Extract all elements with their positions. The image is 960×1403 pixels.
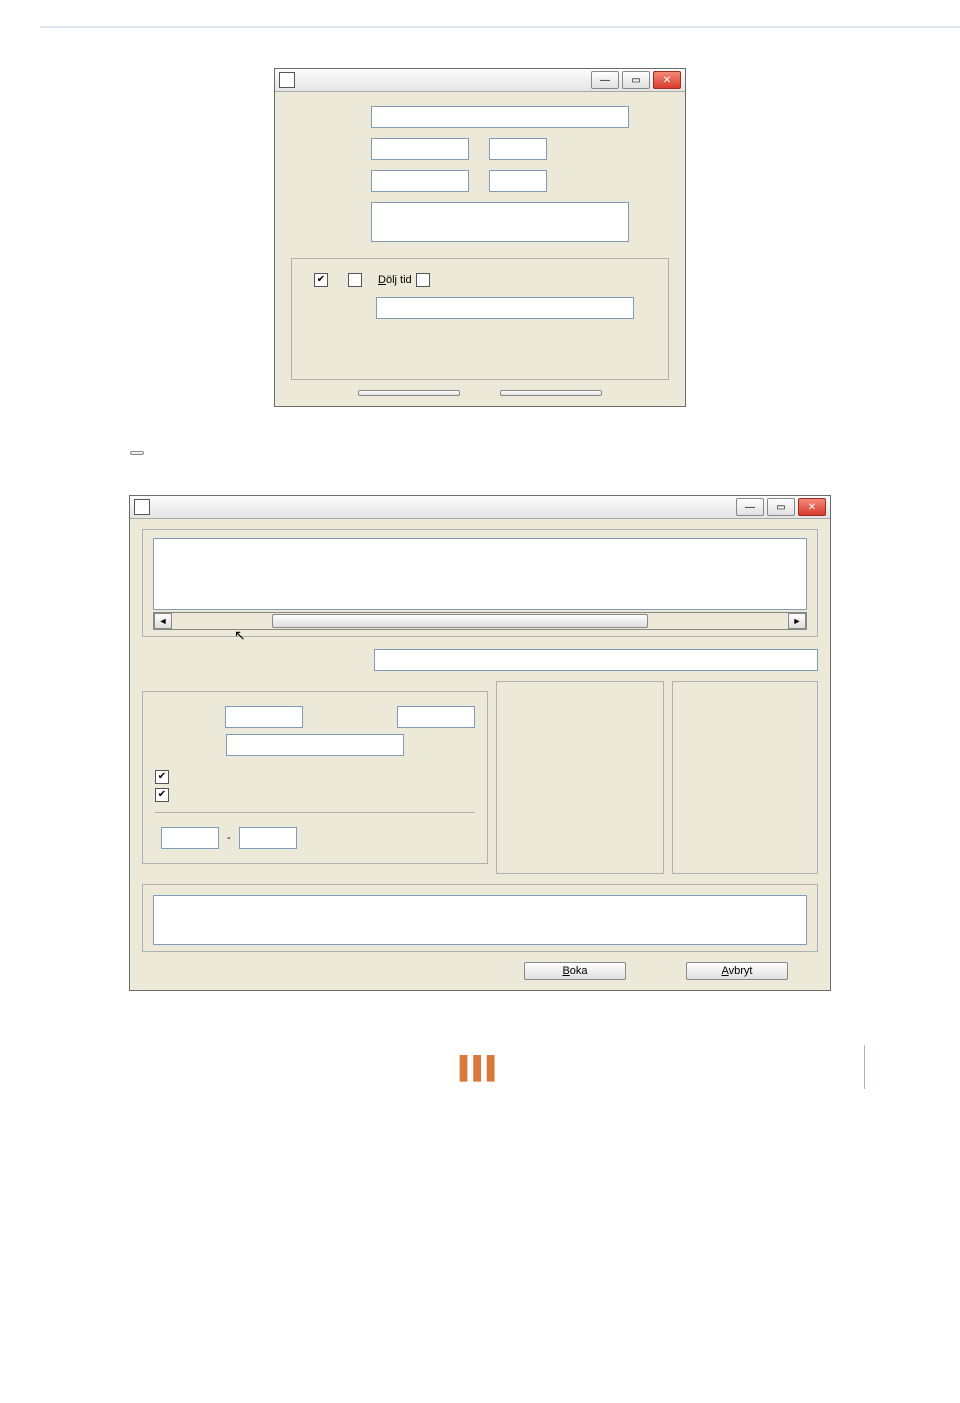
dialog-snabbokning: — ▭ ✕ ✔ [274, 68, 686, 407]
boka-button[interactable]: Boka [524, 962, 626, 980]
boka-helgdagar-checkbox[interactable]: ✔ [155, 770, 459, 784]
slutvecka-input[interactable] [397, 706, 475, 728]
app-icon [279, 72, 295, 88]
avbryt-button[interactable]: Avbryt [686, 962, 788, 980]
fran-date-input[interactable] [371, 138, 469, 160]
dialog-repeterande-bokning: — ▭ ✕ ↖ ◄ ► [129, 495, 831, 991]
rep-bokn-button-inline[interactable] [130, 451, 144, 455]
noteringar-textarea[interactable] [371, 202, 629, 242]
close-button[interactable]: ✕ [653, 71, 681, 89]
footer-logo-icon: ▌▌▌ [460, 1055, 501, 1081]
till-date-input[interactable] [371, 170, 469, 192]
boka-upptagna-checkbox[interactable]: ✔ [155, 788, 459, 802]
avbryt-button[interactable] [500, 390, 602, 396]
tid-to-input[interactable] [239, 827, 297, 849]
titel-input[interactable] [371, 106, 629, 128]
scroll-thumb[interactable] [272, 614, 648, 628]
noteringar-textarea[interactable] [153, 895, 807, 945]
titlebar[interactable]: — ▭ ✕ [130, 496, 830, 519]
header-rule [0, 26, 960, 28]
dolj-tid-checkbox[interactable]: Dölj tid [378, 273, 430, 287]
label: Dölj tid [378, 274, 412, 286]
titlebar[interactable]: — ▭ ✕ [275, 69, 685, 92]
scrollbar-horizontal[interactable]: ◄ ► [153, 612, 807, 630]
minimize-button[interactable]: — [591, 71, 619, 89]
tidstext-input[interactable] [376, 297, 634, 319]
fran-time-input[interactable] [489, 138, 547, 160]
kyrklig-helgdag-checkbox[interactable]: ✔ [310, 273, 328, 287]
scroll-left-button[interactable]: ◄ [154, 613, 172, 629]
sluttid-checkbox[interactable] [344, 273, 362, 287]
app-icon [134, 499, 150, 515]
date-range-display [226, 734, 404, 756]
maximize-button[interactable]: ▭ [622, 71, 650, 89]
titel-input[interactable] [374, 649, 818, 671]
page-header [0, 0, 960, 26]
close-button[interactable]: ✕ [798, 498, 826, 516]
maximize-button[interactable]: ▭ [767, 498, 795, 516]
resurser-list[interactable]: ↖ [153, 538, 807, 610]
ok-button[interactable] [358, 390, 460, 396]
cursor-icon: ↖ [234, 627, 246, 644]
till-time-input[interactable] [489, 170, 547, 192]
tid-from-input[interactable] [161, 827, 219, 849]
mid-paragraph [130, 441, 830, 465]
minimize-button[interactable]: — [736, 498, 764, 516]
scroll-right-button[interactable]: ► [788, 613, 806, 629]
startvecka-input[interactable] [225, 706, 303, 728]
